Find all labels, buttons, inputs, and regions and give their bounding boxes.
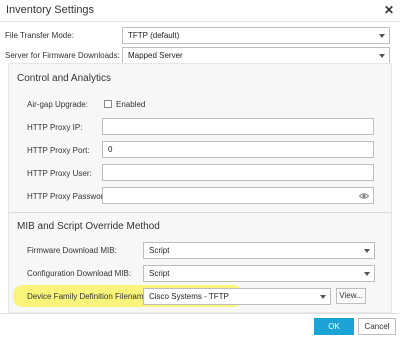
proxy-user-label: HTTP Proxy User: <box>27 169 92 178</box>
device-family-select[interactable]: Cisco Systems - TFTP <box>143 288 331 305</box>
proxy-password-label: HTTP Proxy Password: <box>27 192 110 201</box>
chevron-down-icon <box>379 54 385 58</box>
proxy-port-input[interactable]: 0 <box>102 141 374 158</box>
proxy-port-label: HTTP Proxy Port: <box>27 146 90 155</box>
section-divider <box>9 212 391 213</box>
view-button[interactable]: View... <box>336 288 366 304</box>
firmware-mib-select[interactable]: Script <box>143 242 375 259</box>
firmware-server-value: Mapped Server <box>128 51 183 60</box>
chevron-down-icon <box>379 34 385 38</box>
proxy-ip-input[interactable] <box>102 118 374 135</box>
ok-button[interactable]: OK <box>314 318 354 335</box>
airgap-enabled-label: Enabled <box>116 100 146 109</box>
proxy-ip-label: HTTP Proxy IP: <box>27 123 83 132</box>
chevron-down-icon <box>364 249 370 253</box>
file-transfer-mode-select[interactable]: TFTP (default) <box>122 27 390 44</box>
chevron-down-icon <box>320 295 326 299</box>
firmware-server-label: Server for Firmware Downloads: <box>5 51 120 60</box>
proxy-password-input[interactable] <box>102 187 374 204</box>
chevron-down-icon <box>364 272 370 276</box>
control-analytics-title: Control and Analytics <box>17 73 111 84</box>
file-transfer-mode-label: File Transfer Mode: <box>5 31 74 40</box>
eye-icon[interactable] <box>359 192 369 200</box>
firmware-mib-label: Firmware Download MIB: <box>27 246 117 255</box>
airgap-enabled-checkbox[interactable] <box>104 100 112 108</box>
config-mib-value: Script <box>149 269 170 278</box>
firmware-server-select[interactable]: Mapped Server <box>122 47 390 64</box>
device-family-label: Device Family Definition Filename: <box>27 292 151 301</box>
dialog-titlebar: Inventory Settings ✕ <box>0 0 400 22</box>
file-transfer-mode-value: TFTP (default) <box>128 31 180 40</box>
dialog-footer: OK Cancel <box>0 313 400 337</box>
mib-script-title: MIB and Script Override Method <box>17 221 160 232</box>
cancel-button[interactable]: Cancel <box>358 318 396 335</box>
device-family-value: Cisco Systems - TFTP <box>149 292 229 301</box>
airgap-upgrade-label: Air-gap Upgrade: <box>27 100 88 109</box>
dialog-title: Inventory Settings <box>6 4 95 16</box>
proxy-user-input[interactable] <box>102 164 374 181</box>
settings-panel: Control and Analytics Air-gap Upgrade: E… <box>8 63 392 313</box>
config-mib-select[interactable]: Script <box>143 265 375 282</box>
firmware-mib-value: Script <box>149 246 170 255</box>
close-icon[interactable]: ✕ <box>384 3 394 17</box>
config-mib-label: Configuration Download MIB: <box>27 269 132 278</box>
proxy-port-value: 0 <box>108 145 113 154</box>
